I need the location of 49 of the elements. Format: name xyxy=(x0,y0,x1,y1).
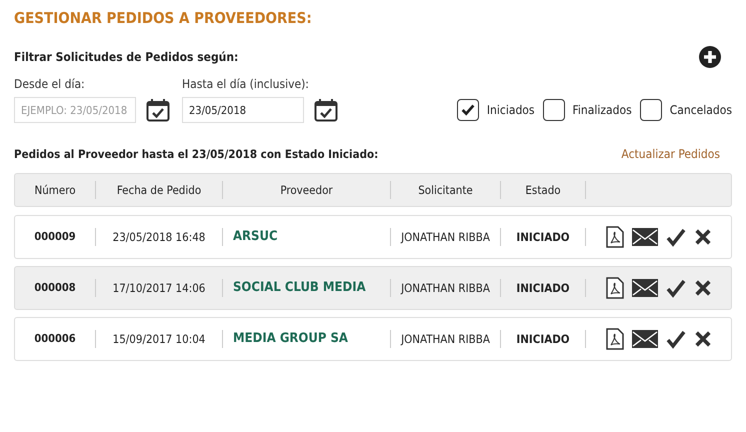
from-date-field[interactable]: EJEMPLO: 23/05/2018 xyxy=(14,97,136,123)
checkbox-label: Iniciados xyxy=(486,103,535,117)
order-date: 17/10/2017 14:06 xyxy=(96,279,223,297)
page-title: GESTIONAR PEDIDOS A PROVEEDORES: xyxy=(14,9,313,27)
pdf-icon[interactable] xyxy=(606,277,624,299)
checkbox-label: Finalizados xyxy=(572,103,632,117)
refresh-orders-link[interactable]: Actualizar Pedidos xyxy=(621,147,720,161)
column-header: Proveedor xyxy=(223,181,391,199)
order-number: 000009 xyxy=(15,228,96,246)
from-date-label: Desde el día: xyxy=(14,77,86,91)
checkbox[interactable] xyxy=(542,99,565,121)
order-date: 23/05/2018 16:48 xyxy=(96,228,223,246)
column-header: Estado xyxy=(501,181,586,199)
pdf-icon[interactable] xyxy=(606,226,624,248)
check-icon[interactable] xyxy=(666,329,686,349)
order-status: INICIADO xyxy=(501,228,586,246)
supplier-name: MEDIA GROUP SA xyxy=(223,330,391,348)
calendar-icon[interactable] xyxy=(146,98,170,122)
column-header: Solicitante xyxy=(391,181,501,199)
requester-name: JONATHAN RIBBA xyxy=(391,228,501,246)
close-icon[interactable] xyxy=(694,279,712,297)
close-icon[interactable] xyxy=(694,330,712,348)
envelope-icon[interactable] xyxy=(632,228,658,246)
supplier-name: SOCIAL CLUB MEDIA xyxy=(223,279,391,297)
check-icon[interactable] xyxy=(666,227,686,247)
column-header: Fecha de Pedido xyxy=(96,181,223,199)
to-date-field[interactable]: 23/05/2018 xyxy=(182,97,304,123)
order-number: 000008 xyxy=(15,279,96,297)
checkbox[interactable] xyxy=(640,99,662,121)
to-date-label: Hasta el día (inclusive): xyxy=(182,77,310,91)
filter-heading: Filtrar Solicitudes de Pedidos según: xyxy=(14,50,238,64)
order-date: 15/09/2017 10:04 xyxy=(96,330,223,348)
close-icon[interactable] xyxy=(694,228,712,246)
order-status: INICIADO xyxy=(501,330,586,348)
column-header: Número xyxy=(15,181,96,199)
requester-name: JONATHAN RIBBA xyxy=(391,330,501,348)
supplier-name: ARSUC xyxy=(223,228,391,246)
calendar-icon[interactable] xyxy=(314,98,338,122)
order-number: 000006 xyxy=(15,330,96,348)
checkbox[interactable] xyxy=(456,99,479,121)
results-heading: Pedidos al Proveedor hasta el 23/05/2018 con Estado Iniciado: xyxy=(14,147,378,161)
envelope-icon[interactable] xyxy=(632,279,658,297)
check-icon[interactable] xyxy=(666,278,686,298)
order-status: INICIADO xyxy=(501,279,586,297)
pdf-icon[interactable] xyxy=(606,328,624,350)
checkbox-label: Cancelados xyxy=(670,103,732,117)
requester-name: JONATHAN RIBBA xyxy=(391,279,501,297)
envelope-icon[interactable] xyxy=(632,330,658,348)
add-icon[interactable] xyxy=(698,45,722,69)
